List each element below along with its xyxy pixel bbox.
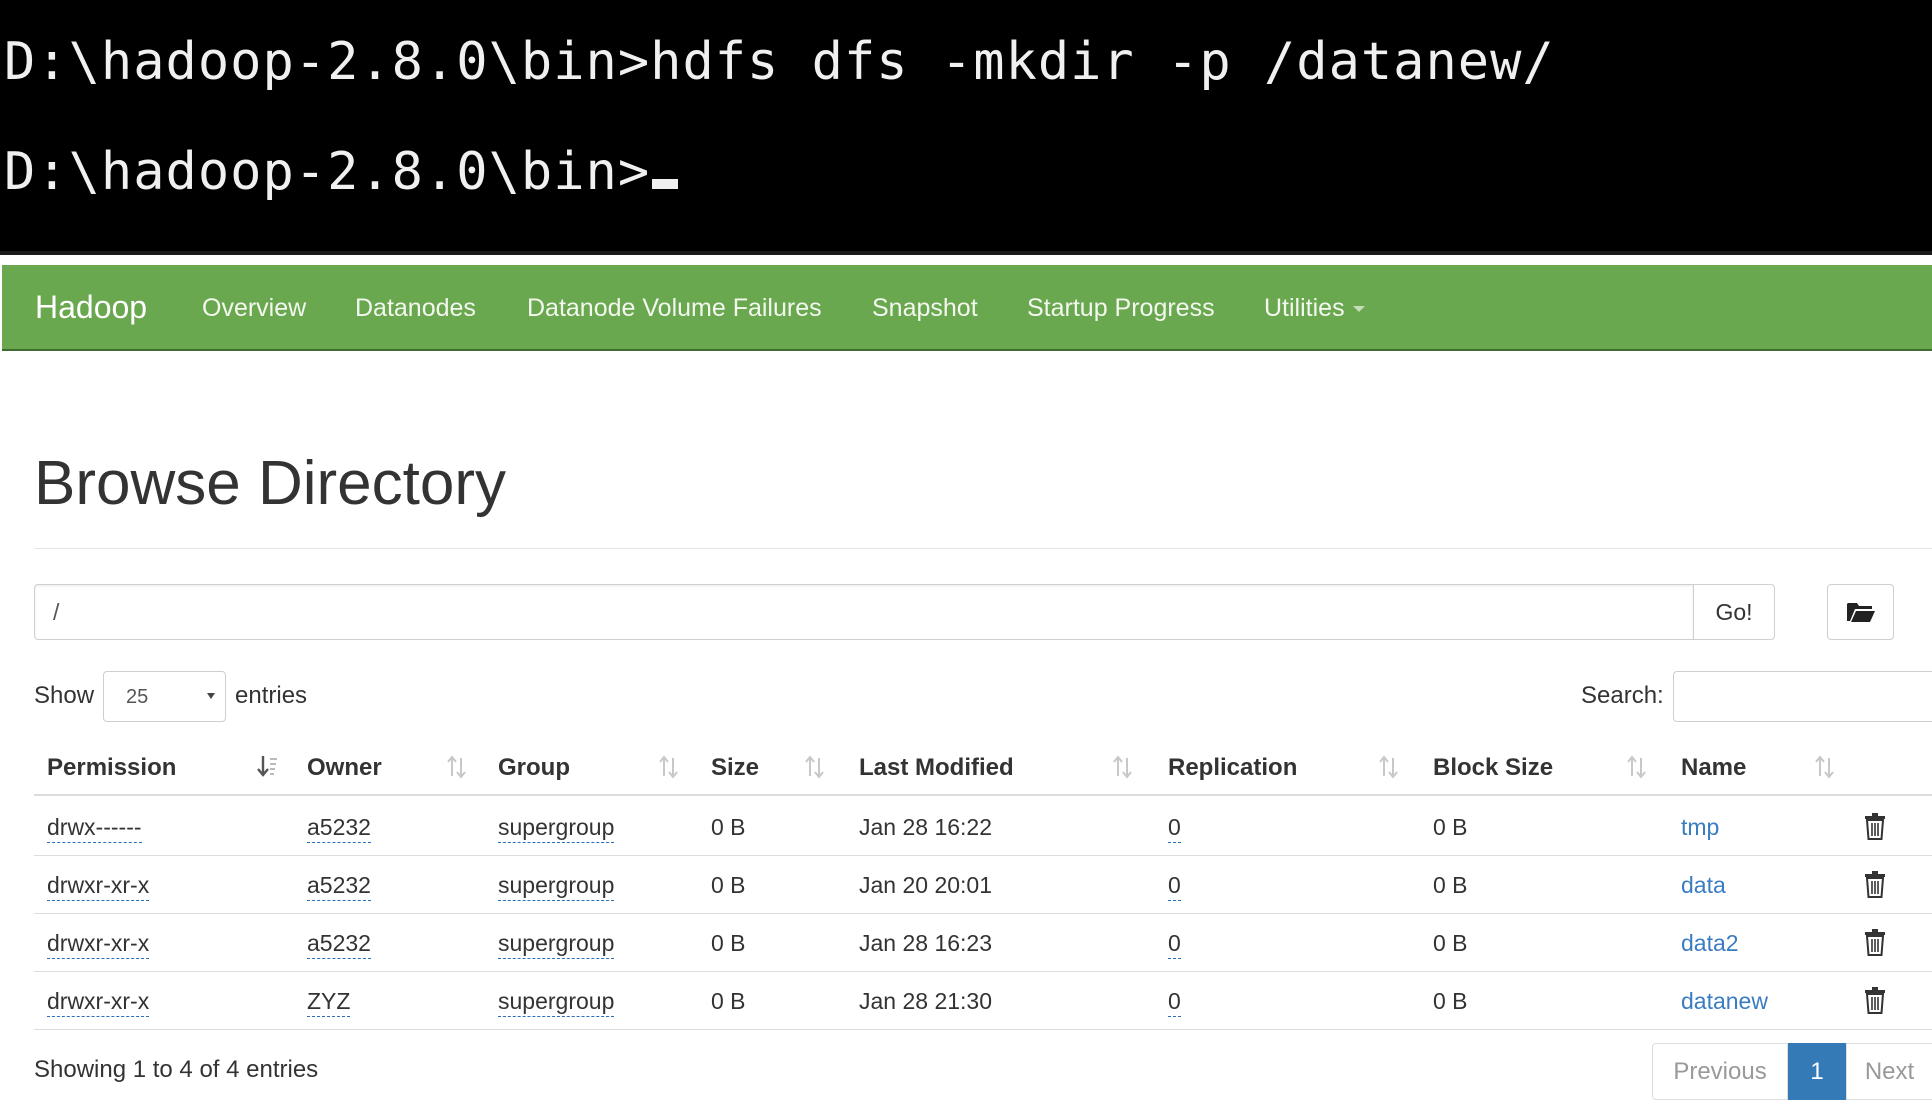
directory-path-input[interactable] (34, 584, 1694, 640)
replication-cell[interactable]: 0 (1168, 930, 1181, 959)
name-link[interactable]: datanew (1681, 988, 1768, 1015)
column-header-last-modified[interactable]: Last Modified (859, 754, 1014, 782)
table-row: drwxr-xr-x ZYZ supergroup 0 B Jan 28 21:… (34, 972, 1932, 1030)
owner-cell[interactable]: a5232 (307, 814, 371, 843)
sort-both-icon[interactable] (446, 754, 468, 780)
terminal-window: D:\hadoop-2.8.0\bin>hdfs dfs -mkdir -p /… (0, 0, 1932, 255)
block-size-cell: 0 B (1433, 988, 1468, 1014)
folder-open-icon (1846, 603, 1875, 622)
column-header-size[interactable]: Size (711, 754, 759, 782)
trash-icon[interactable] (1864, 870, 1886, 898)
replication-cell[interactable]: 0 (1168, 872, 1181, 901)
sort-both-icon[interactable] (1378, 754, 1400, 780)
last-modified-cell: Jan 28 21:30 (859, 988, 993, 1014)
nav-item-overview[interactable]: Overview (202, 294, 306, 323)
column-header-block-size[interactable]: Block Size (1433, 754, 1553, 782)
page-title: Browse Directory (34, 449, 506, 518)
navbar-brand[interactable]: Hadoop (35, 289, 147, 326)
group-cell[interactable]: supergroup (498, 814, 615, 843)
table-row: drwxr-xr-x a5232 supergroup 0 B Jan 20 2… (34, 856, 1932, 914)
entries-label: entries (235, 682, 308, 709)
block-size-cell: 0 B (1433, 930, 1468, 956)
pagination-previous[interactable]: Previous (1652, 1043, 1788, 1100)
table-info: Showing 1 to 4 of 4 entries (34, 1056, 319, 1083)
table-row: drwx------ a5232 supergroup 0 B Jan 28 1… (34, 798, 1932, 856)
owner-cell[interactable]: a5232 (307, 872, 371, 901)
group-cell[interactable]: supergroup (498, 930, 615, 959)
size-cell: 0 B (711, 988, 746, 1014)
trash-icon[interactable] (1864, 986, 1886, 1014)
terminal-cursor (652, 179, 679, 189)
nav-item-datanode-volume-failures[interactable]: Datanode Volume Failures (527, 294, 822, 323)
search-input[interactable] (1673, 671, 1932, 722)
table-row: drwxr-xr-x a5232 supergroup 0 B Jan 28 1… (34, 914, 1932, 972)
go-button[interactable]: Go! (1693, 584, 1775, 640)
block-size-cell: 0 B (1433, 814, 1468, 840)
replication-cell[interactable]: 0 (1168, 988, 1181, 1017)
trash-icon[interactable] (1864, 928, 1886, 956)
column-header-group[interactable]: Group (498, 754, 570, 782)
nav-item-datanodes[interactable]: Datanodes (355, 294, 476, 323)
last-modified-cell: Jan 28 16:23 (859, 930, 993, 956)
column-header-owner[interactable]: Owner (307, 754, 382, 782)
permission-cell[interactable]: drwxr-xr-x (47, 988, 150, 1017)
nav-item-utilities[interactable]: Utilities (1264, 294, 1365, 323)
column-header-permission[interactable]: Permission (47, 754, 176, 782)
sort-both-icon[interactable] (804, 754, 826, 780)
search-label: Search: (1581, 682, 1664, 709)
pagination-next[interactable]: Next (1846, 1043, 1932, 1100)
size-cell: 0 B (711, 930, 746, 956)
nav-item-startup-progress[interactable]: Startup Progress (1027, 294, 1215, 323)
last-modified-cell: Jan 28 16:22 (859, 814, 993, 840)
column-header-name[interactable]: Name (1681, 754, 1746, 782)
size-cell: 0 B (711, 872, 746, 898)
sort-both-icon[interactable] (1814, 754, 1836, 780)
entries-per-page-value: 25 (126, 686, 149, 708)
name-link[interactable]: data2 (1681, 930, 1739, 957)
name-link[interactable]: tmp (1681, 814, 1719, 841)
owner-cell[interactable]: ZYZ (307, 988, 351, 1017)
chevron-down-icon (1352, 306, 1365, 313)
permission-cell[interactable]: drwxr-xr-x (47, 872, 150, 901)
last-modified-cell: Jan 20 20:01 (859, 872, 993, 898)
group-cell[interactable]: supergroup (498, 988, 615, 1017)
divider (34, 548, 1932, 549)
nav-item-utilities-label: Utilities (1264, 294, 1345, 322)
dropdown-arrow-icon (207, 693, 215, 699)
table-header: Permission Owner Group Size Last Modifie… (34, 740, 1932, 796)
owner-cell[interactable]: a5232 (307, 930, 371, 959)
terminal-prompt: D:\hadoop-2.8.0\bin> (4, 142, 651, 202)
navbar: Hadoop Overview Datanodes Datanode Volum… (2, 265, 1932, 351)
group-cell[interactable]: supergroup (498, 872, 615, 901)
nav-item-snapshot[interactable]: Snapshot (872, 294, 978, 323)
sort-both-icon[interactable] (658, 754, 680, 780)
sort-both-icon[interactable] (1112, 754, 1134, 780)
permission-cell[interactable]: drwx------ (47, 814, 142, 843)
replication-cell[interactable]: 0 (1168, 814, 1181, 843)
sort-both-icon[interactable] (1626, 754, 1648, 780)
terminal-command-line: D:\hadoop-2.8.0\bin>hdfs dfs -mkdir -p /… (4, 32, 1555, 92)
create-directory-button[interactable] (1827, 584, 1894, 640)
show-label: Show (34, 682, 95, 709)
block-size-cell: 0 B (1433, 872, 1468, 898)
column-header-replication[interactable]: Replication (1168, 754, 1297, 782)
sort-ascending-icon[interactable] (256, 754, 278, 780)
size-cell: 0 B (711, 814, 746, 840)
terminal-prompt-line: D:\hadoop-2.8.0\bin> (4, 142, 679, 202)
name-link[interactable]: data (1681, 872, 1726, 899)
permission-cell[interactable]: drwxr-xr-x (47, 930, 150, 959)
pagination-page-1[interactable]: 1 (1788, 1043, 1846, 1100)
entries-per-page-select[interactable]: 25 (103, 671, 226, 722)
trash-icon[interactable] (1864, 812, 1886, 840)
